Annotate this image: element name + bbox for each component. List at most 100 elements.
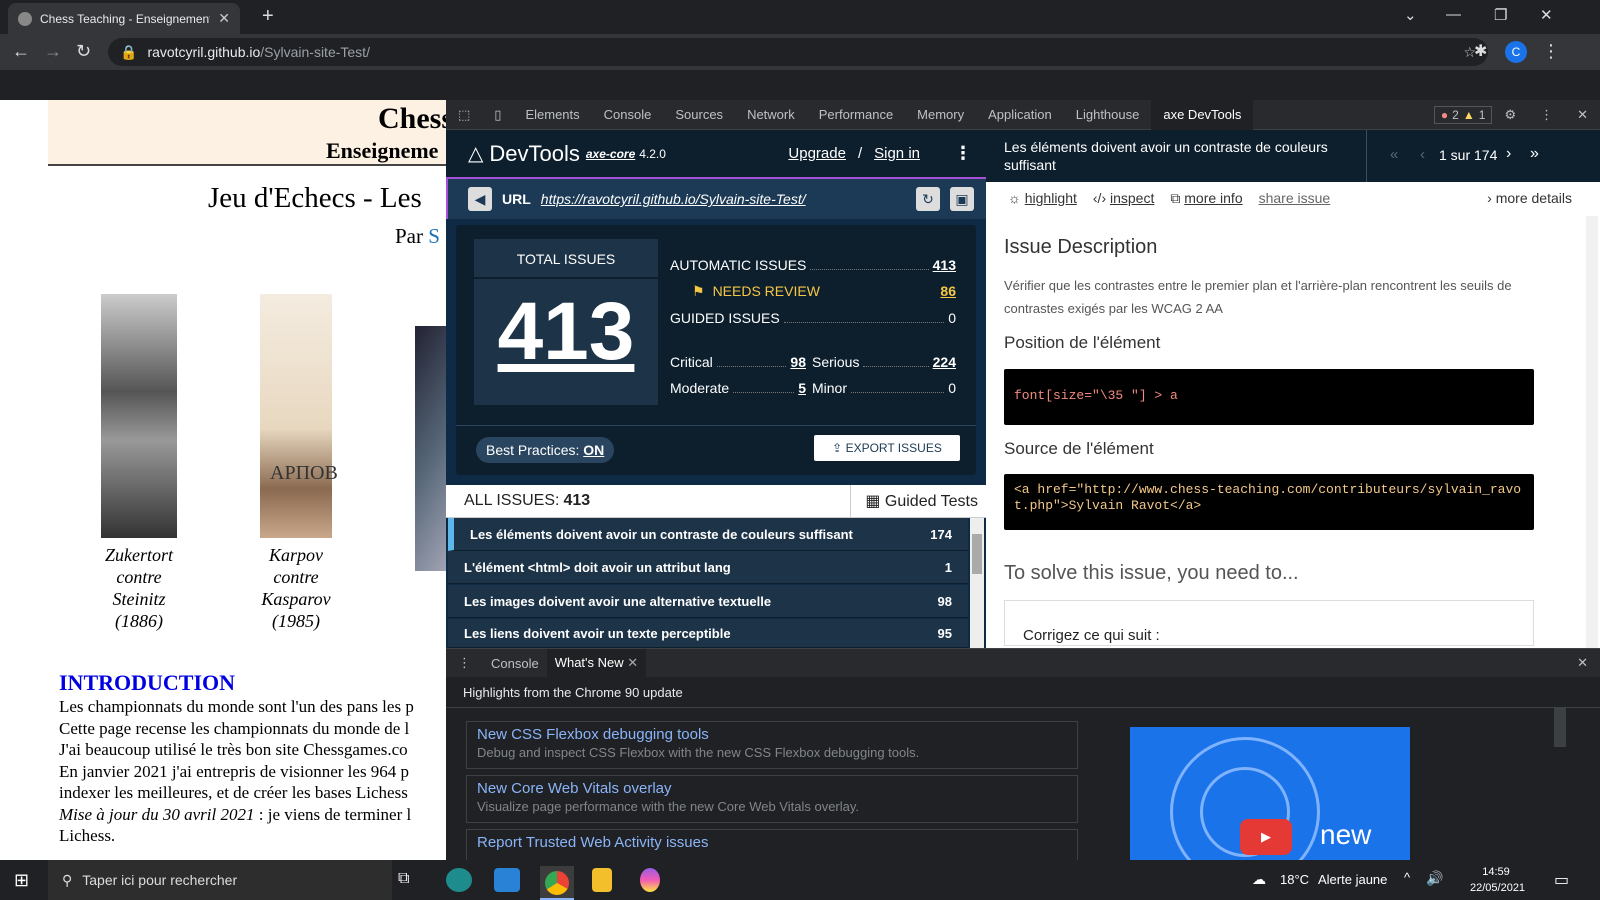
edge-icon[interactable] [446, 868, 472, 892]
issue-row[interactable]: Les liens doivent avoir un texte percept… [448, 619, 968, 648]
more-info-action[interactable]: ⧉ more info [1170, 190, 1242, 207]
dots [733, 392, 795, 393]
divider [456, 425, 976, 426]
guided-label: GUIDED ISSUES [670, 310, 780, 326]
youtube-play-icon: ▶ [1240, 819, 1292, 855]
whats-new-item[interactable]: New Core Web Vitals overlay Visualize pag… [466, 775, 1078, 823]
more-details-toggle[interactable]: › more details [1487, 190, 1572, 206]
restore-icon[interactable]: ❐ [1494, 6, 1507, 24]
share-issue-link[interactable]: share issue [1259, 190, 1331, 206]
save-icon[interactable]: ▣ [950, 187, 974, 211]
tab-lighthouse[interactable]: Lighthouse [1064, 100, 1152, 130]
tab-elements[interactable]: Elements [513, 100, 591, 130]
devtools-drawer: ⋮ Console What's New ✕ ✕ Highlights from… [446, 648, 1600, 861]
new-tab-button[interactable]: + [262, 5, 274, 28]
highlight-label: highlight [1024, 190, 1077, 206]
browser-menu-icon[interactable]: ⋮ [1542, 41, 1560, 62]
tab-console[interactable]: Console [592, 100, 664, 130]
close-tab-icon[interactable]: ✕ [627, 655, 638, 670]
forward-icon[interactable]: → [44, 41, 62, 62]
clock[interactable]: 14:59 22/05/2021 [1470, 864, 1525, 896]
upgrade-link[interactable]: Upgrade [788, 145, 846, 162]
tab-axe-devtools[interactable]: axe DevTools [1151, 99, 1254, 130]
serious-count[interactable]: 224 [933, 354, 956, 370]
back-icon[interactable]: ← [12, 41, 30, 62]
axe-menu-icon[interactable]: ⋮ [954, 143, 972, 164]
rescan-icon[interactable]: ↻ [916, 187, 940, 211]
tab-sources[interactable]: Sources [663, 100, 735, 130]
globe-icon [18, 11, 32, 26]
tab-application[interactable]: Application [976, 100, 1064, 130]
whats-new-title: New Core Web Vitals overlay [477, 780, 672, 797]
issue-row[interactable]: Les images doivent avoir une alternative… [448, 585, 968, 618]
tab-memory[interactable]: Memory [905, 100, 976, 130]
close-drawer-icon[interactable]: ✕ [1565, 655, 1600, 671]
tab-network[interactable]: Network [735, 100, 807, 130]
last-page-icon[interactable]: » [1530, 145, 1539, 163]
moderate-count[interactable]: 5 [798, 380, 806, 396]
task-view-icon[interactable]: ⧉ [398, 870, 409, 888]
close-window-icon[interactable]: ✕ [1540, 6, 1553, 24]
sign-in-link[interactable]: Sign in [874, 145, 920, 162]
taskbar-search[interactable]: ⚲ Taper ici pour rechercher [48, 860, 392, 900]
highlight-action[interactable]: ☼ highlight [1008, 190, 1077, 206]
review-label: NEEDS REVIEW [712, 283, 820, 299]
weather-temp[interactable]: 18°C [1280, 872, 1309, 887]
devtools-menu-icon[interactable]: ⋮ [1528, 100, 1565, 130]
author-link[interactable]: S [428, 224, 440, 248]
windows-start-icon[interactable]: ⊞ [14, 870, 29, 891]
back-arrow-icon[interactable]: ◀ [468, 187, 492, 211]
element-position-code: font[size="\35 "] > a [1004, 369, 1534, 425]
drawer-tab-console[interactable]: Console [483, 656, 547, 671]
profile-avatar[interactable]: C [1505, 41, 1527, 63]
total-issues-count[interactable]: 413 [474, 285, 658, 379]
inspect-element-icon[interactable]: ⬚ [446, 100, 482, 130]
close-devtools-icon[interactable]: ✕ [1565, 100, 1600, 130]
address-bar[interactable]: 🔒 ravotcyril.github.io/Sylvain-site-Test… [108, 38, 1488, 66]
next-page-icon[interactable]: › [1506, 145, 1511, 163]
settings-gear-icon[interactable]: ⚙ [1492, 100, 1528, 130]
prev-page-icon[interactable]: ‹ [1420, 146, 1425, 163]
chrome-taskbar-button[interactable] [540, 866, 574, 900]
review-count[interactable]: 86 [940, 283, 956, 299]
inspect-action[interactable]: ‹/› inspect [1093, 190, 1154, 206]
whats-new-item[interactable]: Report Trusted Web Activity issues [466, 829, 1078, 861]
vscode-icon[interactable] [494, 868, 520, 892]
error-count: 2 [1452, 107, 1459, 122]
issue-row[interactable]: Les éléments doivent avoir un contraste … [448, 518, 968, 551]
export-issues-button[interactable]: ⇪ EXPORT ISSUES [814, 435, 960, 461]
axe-engine: axe-core [585, 146, 636, 161]
critical-count[interactable]: 98 [790, 354, 806, 370]
weather-alert[interactable]: Alerte jaune [1318, 872, 1387, 887]
reload-icon[interactable]: ↻ [76, 41, 91, 62]
tray-chevron-icon[interactable]: ^ [1404, 870, 1410, 885]
issue-counter[interactable]: ● 2 ▲ 1 [1433, 105, 1493, 124]
scanned-url[interactable]: https://ravotcyril.github.io/Sylvain-sit… [541, 191, 806, 207]
game-photo-1[interactable] [101, 294, 177, 538]
drawer-tab-whats-new[interactable]: What's New ✕ [546, 649, 647, 677]
minimize-icon[interactable]: — [1446, 6, 1461, 23]
axe-brand: DevTools [489, 140, 580, 166]
volume-icon[interactable]: 🔊 [1426, 870, 1443, 887]
tab-performance[interactable]: Performance [807, 100, 905, 130]
issue-row[interactable]: L'élément <html> doit avoir un attribut … [448, 551, 968, 584]
whats-new-item[interactable]: New CSS Flexbox debugging tools Debug and… [466, 721, 1078, 769]
guided-tests-button[interactable]: ▦ Guided Tests [850, 484, 986, 518]
scroll-thumb[interactable] [972, 534, 982, 574]
notifications-icon[interactable]: ▭ [1554, 870, 1569, 890]
app-icon[interactable] [640, 868, 660, 892]
profile-menu-icon[interactable]: ⌄ [1404, 6, 1417, 24]
file-explorer-icon[interactable] [592, 868, 612, 892]
best-practices-toggle[interactable]: Best Practices: ON [476, 437, 615, 463]
chrome-update-promo[interactable]: ▶ new [1130, 727, 1410, 861]
device-toolbar-icon[interactable]: ▯ [482, 100, 513, 130]
automatic-count[interactable]: 413 [933, 257, 956, 273]
issues-scrollbar[interactable] [970, 518, 984, 648]
close-tab-icon[interactable]: ✕ [218, 10, 230, 27]
drawer-menu-icon[interactable]: ⋮ [446, 655, 483, 671]
first-page-icon[interactable]: « [1390, 146, 1398, 163]
drawer-scrollbar[interactable] [1554, 707, 1566, 747]
browser-tab[interactable]: Chess Teaching - Enseignement d ✕ [8, 3, 240, 34]
extensions-icon[interactable]: ✱ [1474, 41, 1487, 61]
game-photo-2[interactable] [260, 294, 332, 538]
